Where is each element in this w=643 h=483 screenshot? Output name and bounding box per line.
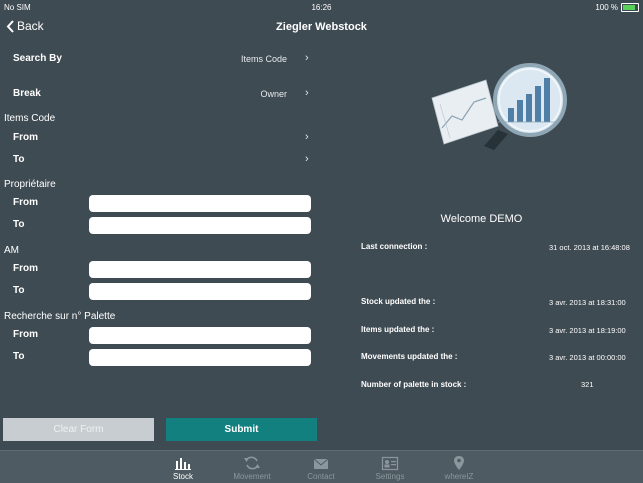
tab-label: Contact bbox=[307, 472, 335, 481]
battery-icon bbox=[621, 3, 639, 12]
proprietaire-to-field[interactable] bbox=[89, 217, 311, 234]
palette-to-field[interactable] bbox=[89, 349, 311, 366]
tab-label: whereIZ bbox=[444, 472, 474, 481]
tab-label: Settings bbox=[375, 472, 405, 481]
break-value: Owner bbox=[260, 89, 287, 99]
palette-section-title: Recherche sur n° Palette bbox=[4, 311, 116, 322]
am-from-field[interactable] bbox=[89, 261, 311, 278]
welcome-message: Welcome DEMO bbox=[440, 213, 523, 225]
break-label: Break bbox=[13, 88, 41, 99]
am-to-field[interactable] bbox=[89, 283, 311, 300]
clock-label: 16:26 bbox=[311, 3, 332, 12]
tab-whereiz[interactable]: whereIZ bbox=[429, 453, 489, 481]
stock-updated-value: 3 avr. 2013 at 18:31:00 bbox=[549, 298, 626, 307]
page-title: Ziegler Webstock bbox=[276, 21, 367, 33]
last-connection-value: 31 oct. 2013 at 16:48:08 bbox=[549, 243, 630, 252]
envelope-icon bbox=[313, 458, 329, 469]
search-by-label: Search By bbox=[13, 53, 62, 64]
submit-button[interactable]: Submit bbox=[166, 418, 317, 441]
chevron-right-icon: › bbox=[305, 87, 309, 99]
palette-to-label: To bbox=[13, 351, 25, 362]
am-section-title: AM bbox=[4, 245, 19, 256]
palette-count-label: Number of palette in stock : bbox=[361, 380, 467, 389]
clear-form-button[interactable]: Clear Form bbox=[3, 418, 154, 441]
items-code-from-label: From bbox=[13, 132, 38, 143]
movements-updated-label: Movements updated the : bbox=[361, 352, 458, 361]
chevron-right-icon: › bbox=[305, 52, 309, 64]
tab-contact[interactable]: Contact bbox=[291, 453, 351, 481]
tab-bar: Stock Movement Contact Settings whereIZ bbox=[0, 450, 643, 483]
navigation-bar: Back Ziegler Webstock bbox=[0, 14, 643, 42]
items-code-to-label: To bbox=[13, 154, 25, 165]
refresh-icon bbox=[244, 456, 260, 470]
status-bar: No SIM 16:26 100 % bbox=[0, 0, 643, 14]
stock-updated-label: Stock updated the : bbox=[361, 297, 436, 306]
battery-indicator: 100 % bbox=[595, 3, 639, 12]
tab-label: Movement bbox=[233, 472, 271, 481]
proprietaire-to-label: To bbox=[13, 219, 25, 230]
map-pin-icon bbox=[454, 456, 464, 470]
search-by-value: Items Code bbox=[240, 54, 287, 64]
proprietaire-from-label: From bbox=[13, 197, 38, 208]
am-from-label: From bbox=[13, 263, 38, 274]
chevron-right-icon: › bbox=[305, 131, 309, 143]
last-connection-label: Last connection : bbox=[361, 242, 428, 251]
am-to-label: To bbox=[13, 285, 25, 296]
tab-label: Stock bbox=[172, 472, 193, 481]
items-updated-label: Items updated the : bbox=[361, 325, 435, 334]
palette-count-value: 321 bbox=[581, 380, 594, 389]
battery-percent: 100 % bbox=[595, 3, 618, 12]
bar-chart-icon bbox=[175, 458, 191, 470]
tab-stock[interactable]: Stock bbox=[153, 453, 213, 481]
id-card-icon bbox=[381, 456, 399, 471]
movements-updated-value: 3 avr. 2013 at 00:00:00 bbox=[549, 353, 626, 362]
magnifier-chart-logo bbox=[431, 63, 567, 150]
palette-from-label: From bbox=[13, 329, 38, 340]
proprietaire-section-title: Propriétaire bbox=[4, 179, 56, 190]
items-code-section-title: Items Code bbox=[4, 113, 56, 124]
proprietaire-from-field[interactable] bbox=[89, 195, 311, 212]
items-updated-value: 3 avr. 2013 at 18:19:00 bbox=[549, 326, 626, 335]
tab-movement[interactable]: Movement bbox=[222, 453, 282, 481]
tab-settings[interactable]: Settings bbox=[360, 453, 420, 481]
chevron-right-icon: › bbox=[305, 153, 309, 165]
palette-from-field[interactable] bbox=[89, 327, 311, 344]
